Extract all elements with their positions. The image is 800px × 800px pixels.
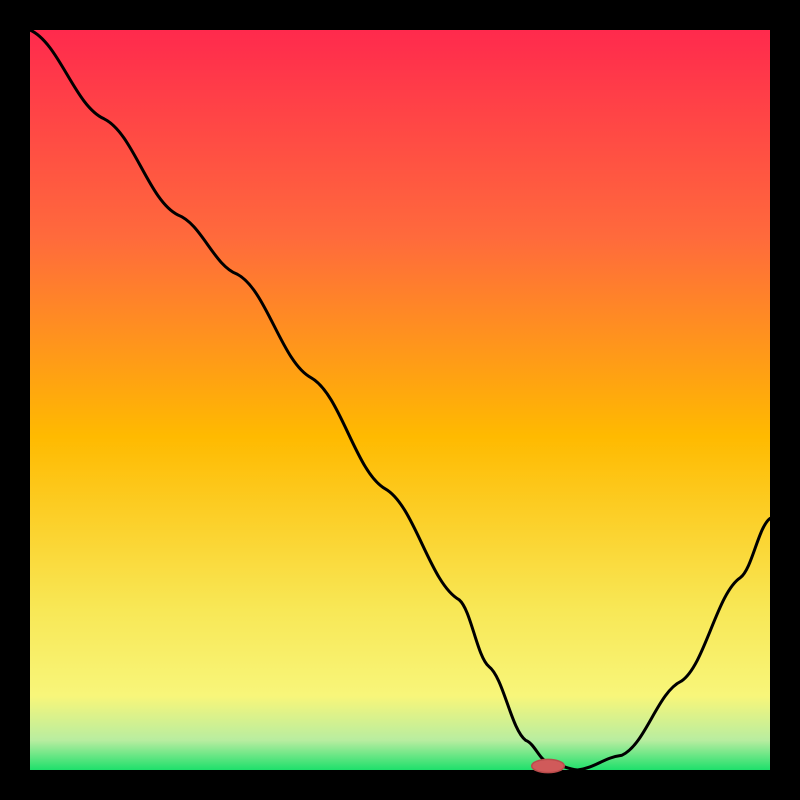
chart-container: TheBottleneck.com — [0, 0, 800, 800]
optimal-marker — [532, 759, 565, 772]
plot-background — [30, 30, 770, 770]
bottleneck-chart — [0, 0, 800, 800]
